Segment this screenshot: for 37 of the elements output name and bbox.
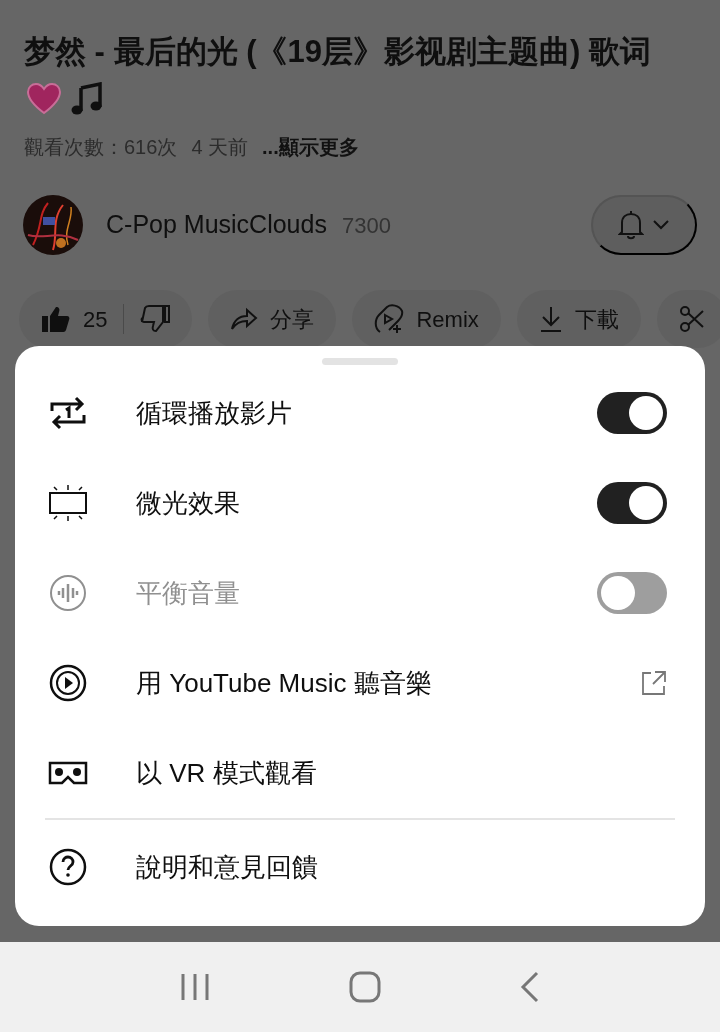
share-button[interactable]: 分享 xyxy=(208,290,337,348)
external-link-icon xyxy=(641,670,667,696)
chevron-down-icon xyxy=(652,219,670,231)
heart-icon xyxy=(26,82,62,116)
notification-button[interactable] xyxy=(591,195,697,255)
remix-icon xyxy=(374,304,405,334)
recent-apps-icon[interactable] xyxy=(179,972,210,1002)
menu-item[interactable]: 循環播放影片 xyxy=(15,368,705,458)
scissors-icon xyxy=(678,305,705,333)
view-count: 觀看次數：616次 xyxy=(24,135,178,160)
menu-item[interactable]: 以 VR 模式觀看 xyxy=(15,728,705,818)
back-icon[interactable] xyxy=(520,971,541,1003)
video-title: 梦然 - 最后的光 (《19层》影视剧主题曲) 歌词 xyxy=(24,34,651,69)
menu-item[interactable]: 說明和意見回饋 xyxy=(15,822,705,912)
ambient-screen-icon xyxy=(48,483,88,523)
upload-age: 4 天前 xyxy=(191,135,249,160)
thumbs-down-icon[interactable] xyxy=(140,305,171,333)
help-icon xyxy=(48,847,88,887)
menu-item[interactable]: 微光效果 xyxy=(15,458,705,548)
audio-wave-icon xyxy=(48,573,88,613)
drag-handle[interactable] xyxy=(322,358,398,365)
share-icon xyxy=(230,307,259,331)
download-icon xyxy=(538,305,563,333)
thumbs-up-icon xyxy=(41,305,71,333)
bell-icon xyxy=(618,210,644,240)
remix-button[interactable]: Remix xyxy=(352,290,501,348)
download-button[interactable]: 下載 xyxy=(516,290,641,348)
clip-button[interactable] xyxy=(656,290,720,348)
home-icon[interactable] xyxy=(349,971,381,1003)
show-more-link[interactable]: ...顯示更多 xyxy=(262,132,359,162)
like-button[interactable]: 25 xyxy=(19,290,193,348)
channel-name[interactable]: C-Pop MusicClouds xyxy=(106,206,327,244)
play-circle-icon xyxy=(48,663,88,703)
music-note-icon xyxy=(70,82,103,116)
toggle-switch[interactable] xyxy=(597,482,667,524)
toggle-switch[interactable] xyxy=(597,392,667,434)
menu-item[interactable]: 用 YouTube Music 聽音樂 xyxy=(15,638,705,728)
